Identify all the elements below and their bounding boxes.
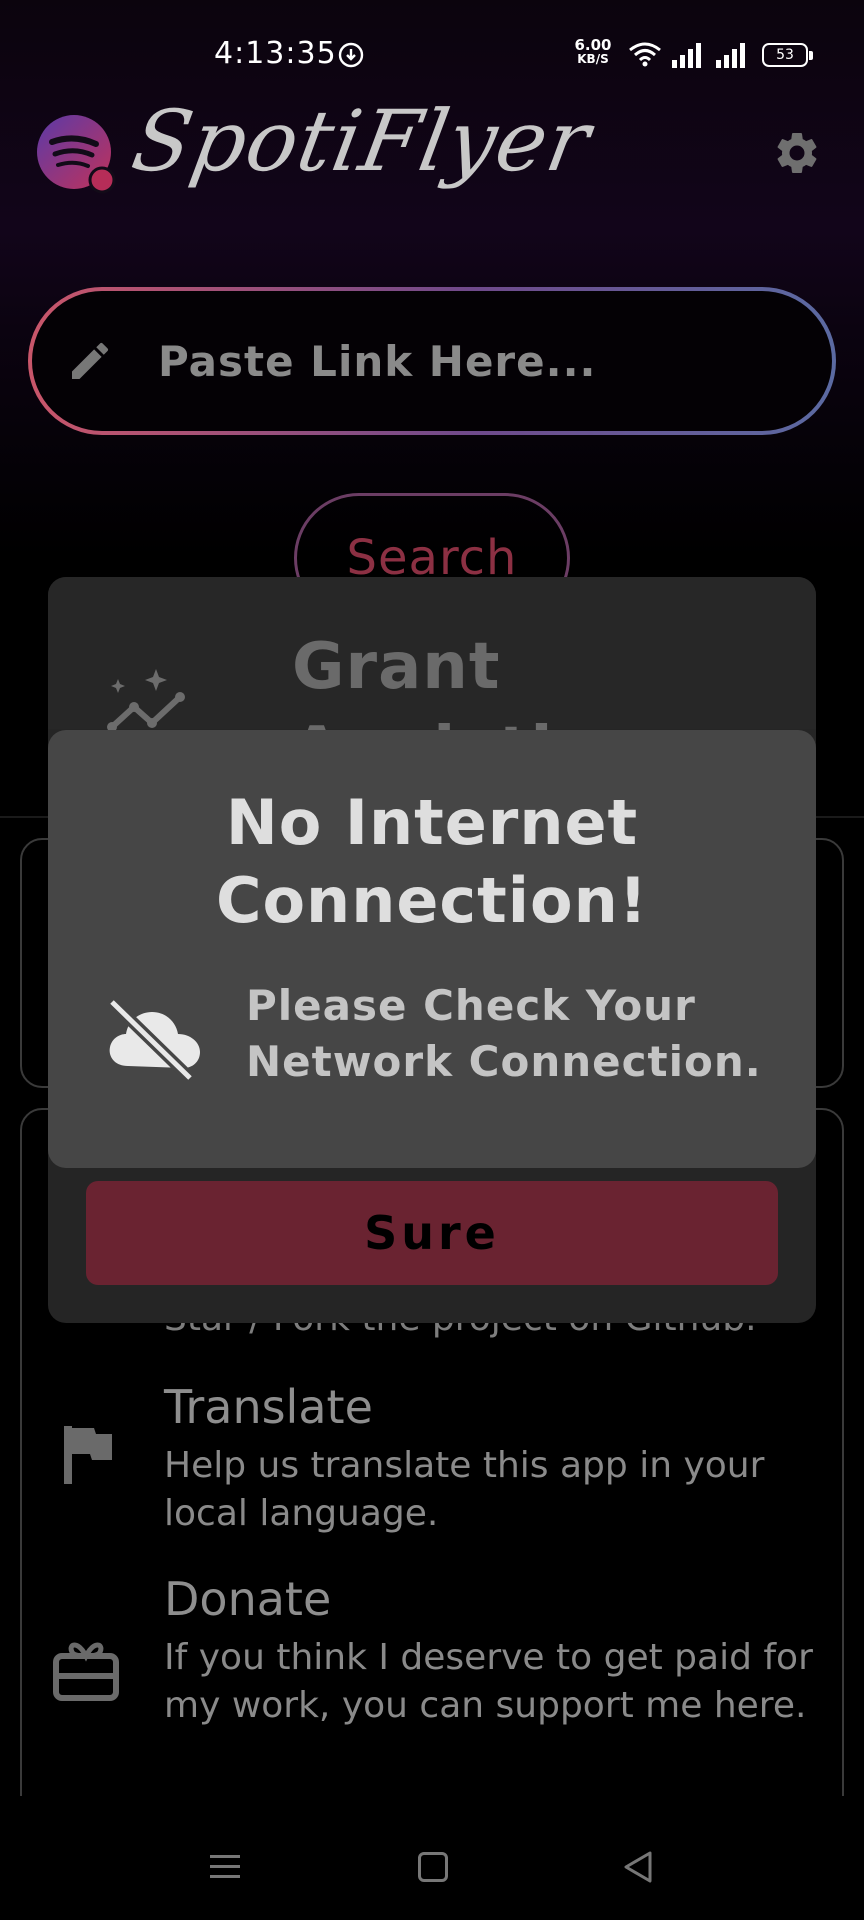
about-item-title: Translate: [164, 1380, 373, 1434]
link-input-field[interactable]: Paste Link Here...: [28, 287, 836, 435]
flag-icon: [64, 1426, 112, 1484]
cloud-off-icon: [107, 997, 200, 1082]
sure-button[interactable]: Sure: [86, 1181, 778, 1285]
home-icon[interactable]: [418, 1852, 448, 1882]
network-speed: 6.00 KB/S: [574, 36, 612, 67]
gift-icon: [53, 1642, 119, 1701]
about-item-desc: Help us translate this app in your local…: [164, 1445, 765, 1534]
signal-icon: [672, 43, 701, 68]
sure-button-label: Sure: [364, 1206, 500, 1260]
back-icon[interactable]: [622, 1850, 654, 1884]
no-internet-dialog: No Internet Connection! Please Check You…: [48, 730, 816, 1168]
gear-icon[interactable]: [772, 128, 822, 178]
about-item-desc: If you think I deserve to get paid for m…: [164, 1637, 813, 1726]
app-screen: 4:13:35 6.00 KB/S 53 SpotiFlyer Paste Li…: [0, 0, 864, 1920]
app-title: SpotiFlyer: [125, 92, 598, 190]
no-internet-title: No Internet Connection!: [215, 786, 649, 937]
wifi-icon: [629, 42, 661, 67]
link-input-placeholder: Paste Link Here...: [158, 336, 597, 386]
menu-icon[interactable]: [208, 1852, 242, 1882]
spotiflyer-logo-icon: [37, 115, 116, 194]
no-internet-message: Please Check Your Network Connection.: [246, 981, 762, 1086]
pencil-icon: [72, 342, 109, 379]
status-time: 4:13:35: [214, 36, 337, 71]
battery-indicator: 53: [762, 43, 813, 67]
signal-icon-2: [716, 43, 745, 68]
download-progress-icon: [338, 42, 364, 68]
about-item-title: Donate: [164, 1572, 332, 1626]
